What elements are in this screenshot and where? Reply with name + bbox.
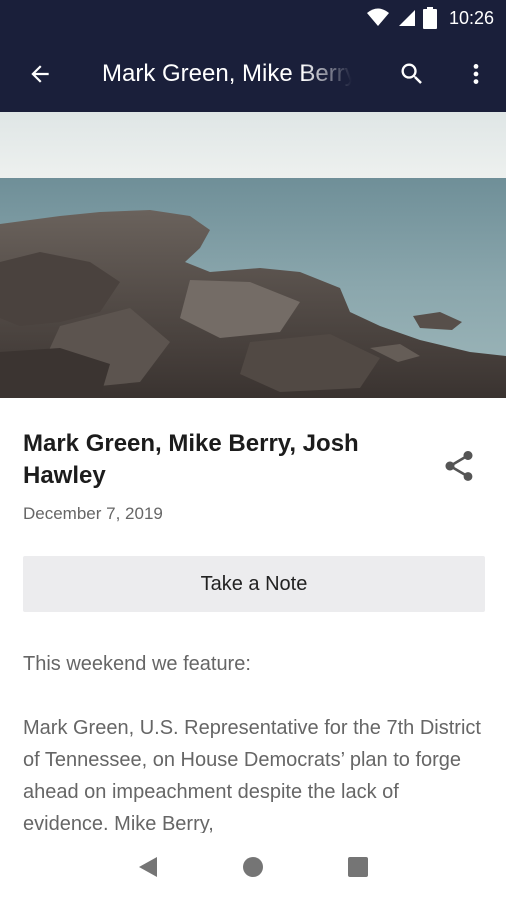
nav-home-button[interactable] (229, 843, 277, 891)
search-button[interactable] (388, 50, 436, 98)
more-options-button[interactable] (452, 50, 500, 98)
back-button[interactable] (0, 36, 80, 112)
episode-title: Mark Green, Mike Berry, Josh Hawley (23, 430, 359, 489)
wifi-icon (366, 8, 389, 26)
status-time: 10:26 (448, 7, 494, 28)
app-bar-title: Mark Green, Mike Berry, Josh Hawley (102, 60, 352, 87)
more-vert-icon (473, 64, 479, 84)
nav-back-button[interactable] (124, 843, 172, 891)
status-bar: 10:26 (0, 0, 506, 36)
cell-signal-icon (398, 10, 415, 26)
share-icon (445, 451, 473, 481)
episode-date: December 7, 2019 (23, 504, 163, 523)
back-arrow-icon (31, 65, 49, 83)
battery-icon (422, 7, 437, 29)
take-a-note-button[interactable]: Take a Note (23, 556, 485, 612)
app-bar: Mark Green, Mike Berry, Josh Hawley (0, 36, 506, 112)
episode-hero-image (0, 112, 506, 398)
nav-home-icon (242, 856, 263, 877)
description-paragraph: This weekend we feature: (23, 653, 251, 675)
nav-recents-icon (347, 856, 368, 877)
nav-recents-button[interactable] (334, 843, 382, 891)
nav-back-icon (139, 856, 158, 877)
system-nav-bar (0, 833, 506, 900)
search-icon (401, 63, 422, 84)
share-button[interactable] (435, 442, 483, 490)
description-paragraph: Mark Green, U.S. Representative for the … (23, 717, 481, 835)
